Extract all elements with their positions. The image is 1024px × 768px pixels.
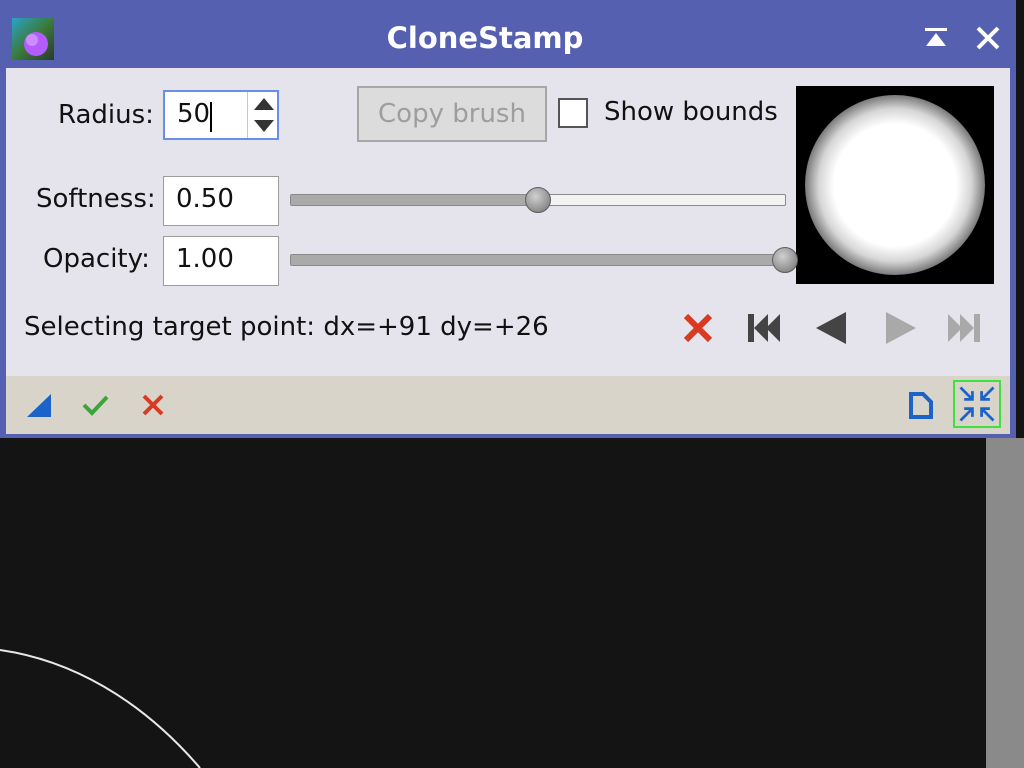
reset-icon[interactable] (906, 390, 936, 420)
copy-brush-button[interactable]: Copy brush (357, 86, 547, 142)
dialog-content: Radius: 50 Copy brush Show bounds Softne… (6, 68, 1010, 376)
clonestamp-dialog: CloneStamp Radius: 50 Copy brush Show bo… (0, 0, 1016, 438)
opacity-label: Opacity: (43, 244, 150, 274)
radius-spinbox[interactable]: 50 (163, 90, 279, 140)
opacity-slider-fill (291, 255, 785, 265)
status-text: Selecting target point: dx=+91 dy=+26 (24, 312, 549, 342)
new-instance-icon[interactable] (24, 390, 54, 420)
process-bar (6, 376, 1010, 434)
show-bounds-checkbox[interactable] (558, 98, 588, 128)
softness-slider-thumb[interactable] (525, 187, 551, 213)
delete-action-icon[interactable] (678, 308, 718, 348)
cancel-icon[interactable] (138, 390, 168, 420)
text-caret (210, 102, 212, 132)
brush-preview (796, 86, 994, 284)
opacity-slider[interactable] (290, 247, 798, 273)
opacity-field[interactable]: 1.00 (163, 236, 279, 286)
show-bounds-label[interactable]: Show bounds (604, 97, 778, 127)
brush-preview-disc (805, 95, 985, 275)
spin-arrows-icon[interactable] (247, 92, 280, 138)
image-content (0, 649, 201, 768)
softness-slider-fill (291, 195, 538, 205)
title-bar[interactable]: CloneStamp (0, 0, 1016, 68)
shade-icon[interactable] (922, 24, 950, 52)
radius-label: Radius: (58, 100, 154, 130)
last-action-icon[interactable] (944, 308, 984, 348)
workspace-scrollbar[interactable] (986, 438, 1024, 768)
opacity-value[interactable]: 1.00 (176, 244, 234, 274)
apply-icon[interactable] (80, 390, 110, 420)
softness-slider[interactable] (290, 187, 786, 213)
softness-value[interactable]: 0.50 (176, 184, 234, 214)
radius-value[interactable]: 50 (177, 99, 210, 129)
previous-action-icon[interactable] (812, 308, 852, 348)
collapse-icon[interactable] (953, 380, 1001, 428)
softness-field[interactable]: 0.50 (163, 176, 279, 226)
softness-label: Softness: (36, 184, 156, 214)
next-action-icon[interactable] (880, 308, 920, 348)
close-icon[interactable] (972, 20, 1004, 54)
window-title: CloneStamp (386, 21, 584, 55)
opacity-slider-thumb[interactable] (772, 247, 798, 273)
first-action-icon[interactable] (744, 308, 784, 348)
